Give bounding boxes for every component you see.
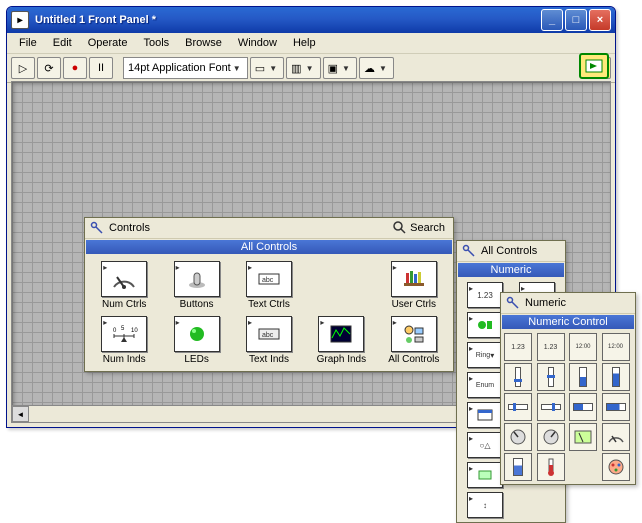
meter[interactable] bbox=[569, 423, 597, 451]
palette-item-num-inds[interactable]: ▸ 0510 Num Inds bbox=[89, 314, 159, 367]
color-box[interactable] bbox=[602, 453, 630, 481]
chevron-down-icon: ▼ bbox=[231, 64, 243, 73]
abort-button[interactable]: ● bbox=[63, 57, 87, 79]
vertical-slider[interactable] bbox=[504, 363, 532, 391]
run-button[interactable]: ▷ bbox=[11, 57, 35, 79]
search-button[interactable]: Search bbox=[393, 221, 449, 235]
vertical-pointer-slider[interactable] bbox=[537, 363, 565, 391]
vertical-progress[interactable] bbox=[602, 363, 630, 391]
svg-text:abc: abc bbox=[262, 332, 274, 339]
controls-palette: Controls Search All Controls ▸ Num Ctrls… bbox=[84, 217, 454, 372]
tank[interactable] bbox=[504, 453, 532, 481]
menu-browse[interactable]: Browse bbox=[177, 35, 230, 51]
menu-tools[interactable]: Tools bbox=[135, 35, 177, 51]
controls-palette-banner: All Controls bbox=[86, 240, 452, 254]
palette-item-num-ctrls[interactable]: ▸ Num Ctrls bbox=[89, 259, 159, 312]
align-menu[interactable]: ▭▼ bbox=[250, 57, 284, 79]
palette-item-buttons[interactable]: ▸ Buttons bbox=[161, 259, 231, 312]
user-ctrls-icon: ▸ bbox=[391, 261, 437, 297]
numeric-indicator[interactable]: 1.23 bbox=[537, 333, 565, 361]
numeric-title: Numeric bbox=[521, 297, 631, 309]
palette-item-leds[interactable]: ▸ LEDs bbox=[161, 314, 231, 367]
buttons-icon: ▸ bbox=[174, 261, 220, 297]
numeric-palette: Numeric Numeric Control 1.23 1.23 12:00 … bbox=[500, 292, 636, 485]
all-controls-icon: ▸ bbox=[391, 316, 437, 352]
menu-file[interactable]: File bbox=[11, 35, 45, 51]
text-ctrls-icon: ▸ abc bbox=[246, 261, 292, 297]
horizontal-progress[interactable] bbox=[602, 393, 630, 421]
all-controls-banner: Numeric bbox=[458, 263, 564, 277]
svg-text:5: 5 bbox=[121, 326, 125, 332]
vertical-fill-slider[interactable] bbox=[569, 363, 597, 391]
diagram-icon bbox=[585, 59, 603, 73]
all-controls-header[interactable]: All Controls bbox=[457, 241, 565, 262]
time-indicator[interactable]: 12:00 bbox=[602, 333, 630, 361]
search-icon bbox=[393, 221, 407, 235]
numeric-grid: 1.23 1.23 12:00 12:00 bbox=[501, 330, 635, 484]
palette-item-all-controls[interactable]: ▸ All Controls bbox=[379, 314, 449, 367]
app-icon: ▸ bbox=[11, 11, 29, 29]
subpal-numeric[interactable]: ▸1.23 bbox=[467, 282, 503, 308]
subpal-enum[interactable]: ▸Enum bbox=[467, 372, 503, 398]
num-ctrls-icon: ▸ bbox=[101, 261, 147, 297]
menubar: File Edit Operate Tools Browse Window He… bbox=[7, 33, 615, 54]
leds-icon: ▸ bbox=[174, 316, 220, 352]
toolbar: ▷ ⟳ ● II 14pt Application Font ▼ ▭▼ ▥▼ ▣… bbox=[7, 54, 615, 83]
controls-palette-header[interactable]: Controls Search bbox=[85, 218, 453, 239]
svg-text:abc: abc bbox=[262, 277, 274, 284]
knob[interactable] bbox=[504, 423, 532, 451]
all-controls-title: All Controls bbox=[477, 245, 561, 257]
numeric-header[interactable]: Numeric bbox=[501, 293, 635, 314]
scroll-left-icon[interactable]: ◄ bbox=[12, 406, 29, 422]
distribute-menu[interactable]: ▥▼ bbox=[286, 57, 320, 79]
reorder-menu[interactable]: ☁▼ bbox=[359, 57, 394, 79]
menu-operate[interactable]: Operate bbox=[80, 35, 136, 51]
pause-button[interactable]: II bbox=[89, 57, 113, 79]
minimize-button[interactable]: _ bbox=[541, 9, 563, 31]
block-diagram-indicator[interactable] bbox=[579, 53, 609, 79]
subpal-ring[interactable]: ▸Ring▾ bbox=[467, 342, 503, 368]
palette-item-graph-inds[interactable]: ▸ Graph Inds bbox=[306, 314, 376, 367]
subpal-decorations[interactable]: ▸○△ bbox=[467, 432, 503, 458]
run-continuous-button[interactable]: ⟳ bbox=[37, 57, 61, 79]
resize-menu[interactable]: ▣▼ bbox=[323, 57, 357, 79]
window-title: Untitled 1 Front Panel * bbox=[35, 14, 541, 26]
gauge[interactable] bbox=[602, 423, 630, 451]
graph-inds-icon: ▸ bbox=[318, 316, 364, 352]
dial[interactable] bbox=[537, 423, 565, 451]
controls-palette-title: Controls bbox=[105, 222, 393, 234]
svg-text:0: 0 bbox=[113, 328, 117, 334]
subpal-refnum[interactable]: ▸↕ bbox=[467, 492, 503, 518]
num-inds-icon: ▸ 0510 bbox=[101, 316, 147, 352]
titlebar[interactable]: ▸ Untitled 1 Front Panel * _ □ × bbox=[7, 7, 615, 33]
thermometer[interactable] bbox=[537, 453, 565, 481]
horizontal-pointer-slider[interactable] bbox=[537, 393, 565, 421]
numeric-banner: Numeric Control bbox=[502, 315, 634, 329]
svg-text:10: 10 bbox=[131, 328, 138, 334]
pushpin-icon[interactable] bbox=[89, 220, 105, 236]
palette-empty bbox=[306, 259, 376, 312]
menu-window[interactable]: Window bbox=[230, 35, 285, 51]
menu-help[interactable]: Help bbox=[285, 35, 324, 51]
font-selector[interactable]: 14pt Application Font ▼ bbox=[123, 57, 248, 79]
maximize-button[interactable]: □ bbox=[565, 9, 587, 31]
pushpin-icon[interactable] bbox=[505, 295, 521, 311]
subpal-containers[interactable]: ▸ bbox=[467, 402, 503, 428]
palette-item-text-inds[interactable]: ▸ abc Text Inds bbox=[234, 314, 304, 367]
controls-palette-grid: ▸ Num Ctrls ▸ Buttons ▸ abc Text Ctrls bbox=[85, 255, 453, 371]
horizontal-fill-slider[interactable] bbox=[569, 393, 597, 421]
subpal-io[interactable]: ▸ bbox=[467, 462, 503, 488]
pushpin-icon[interactable] bbox=[461, 243, 477, 259]
font-label: 14pt Application Font bbox=[128, 62, 231, 74]
search-label: Search bbox=[410, 222, 445, 234]
horizontal-slider[interactable] bbox=[504, 393, 532, 421]
numeric-control[interactable]: 1.23 bbox=[504, 333, 532, 361]
menu-edit[interactable]: Edit bbox=[45, 35, 80, 51]
text-inds-icon: ▸ abc bbox=[246, 316, 292, 352]
subpal-boolean[interactable]: ▸ bbox=[467, 312, 503, 338]
close-button[interactable]: × bbox=[589, 9, 611, 31]
palette-item-text-ctrls[interactable]: ▸ abc Text Ctrls bbox=[234, 259, 304, 312]
time-control[interactable]: 12:00 bbox=[569, 333, 597, 361]
palette-item-user-ctrls[interactable]: ▸ User Ctrls bbox=[379, 259, 449, 312]
